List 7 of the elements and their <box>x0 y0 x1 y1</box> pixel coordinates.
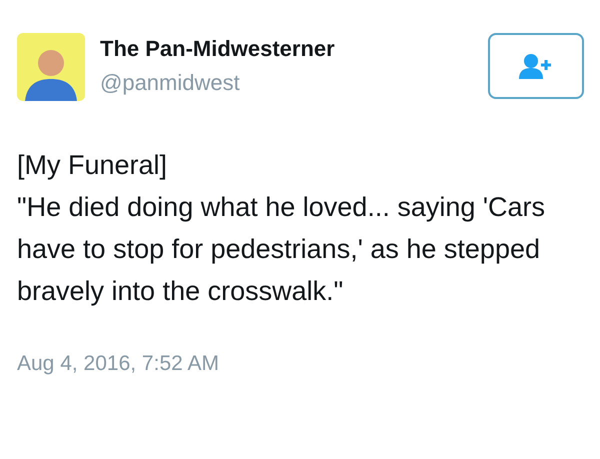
tweet-timestamp: Aug 4, 2016, 7:52 AM <box>16 351 220 377</box>
tweet-text: "He died doing what he loved... saying 'Cars have to stop for pedestrians,' as he stepped bravely into the crosswalk." <box>17 191 546 308</box>
add-user-icon <box>519 53 553 79</box>
follow-button[interactable] <box>488 33 584 99</box>
author-name[interactable]: The Pan-Midwesterner <box>100 35 335 63</box>
tweet-text: [My Funeral] <box>17 149 168 182</box>
avatar[interactable] <box>17 33 85 101</box>
